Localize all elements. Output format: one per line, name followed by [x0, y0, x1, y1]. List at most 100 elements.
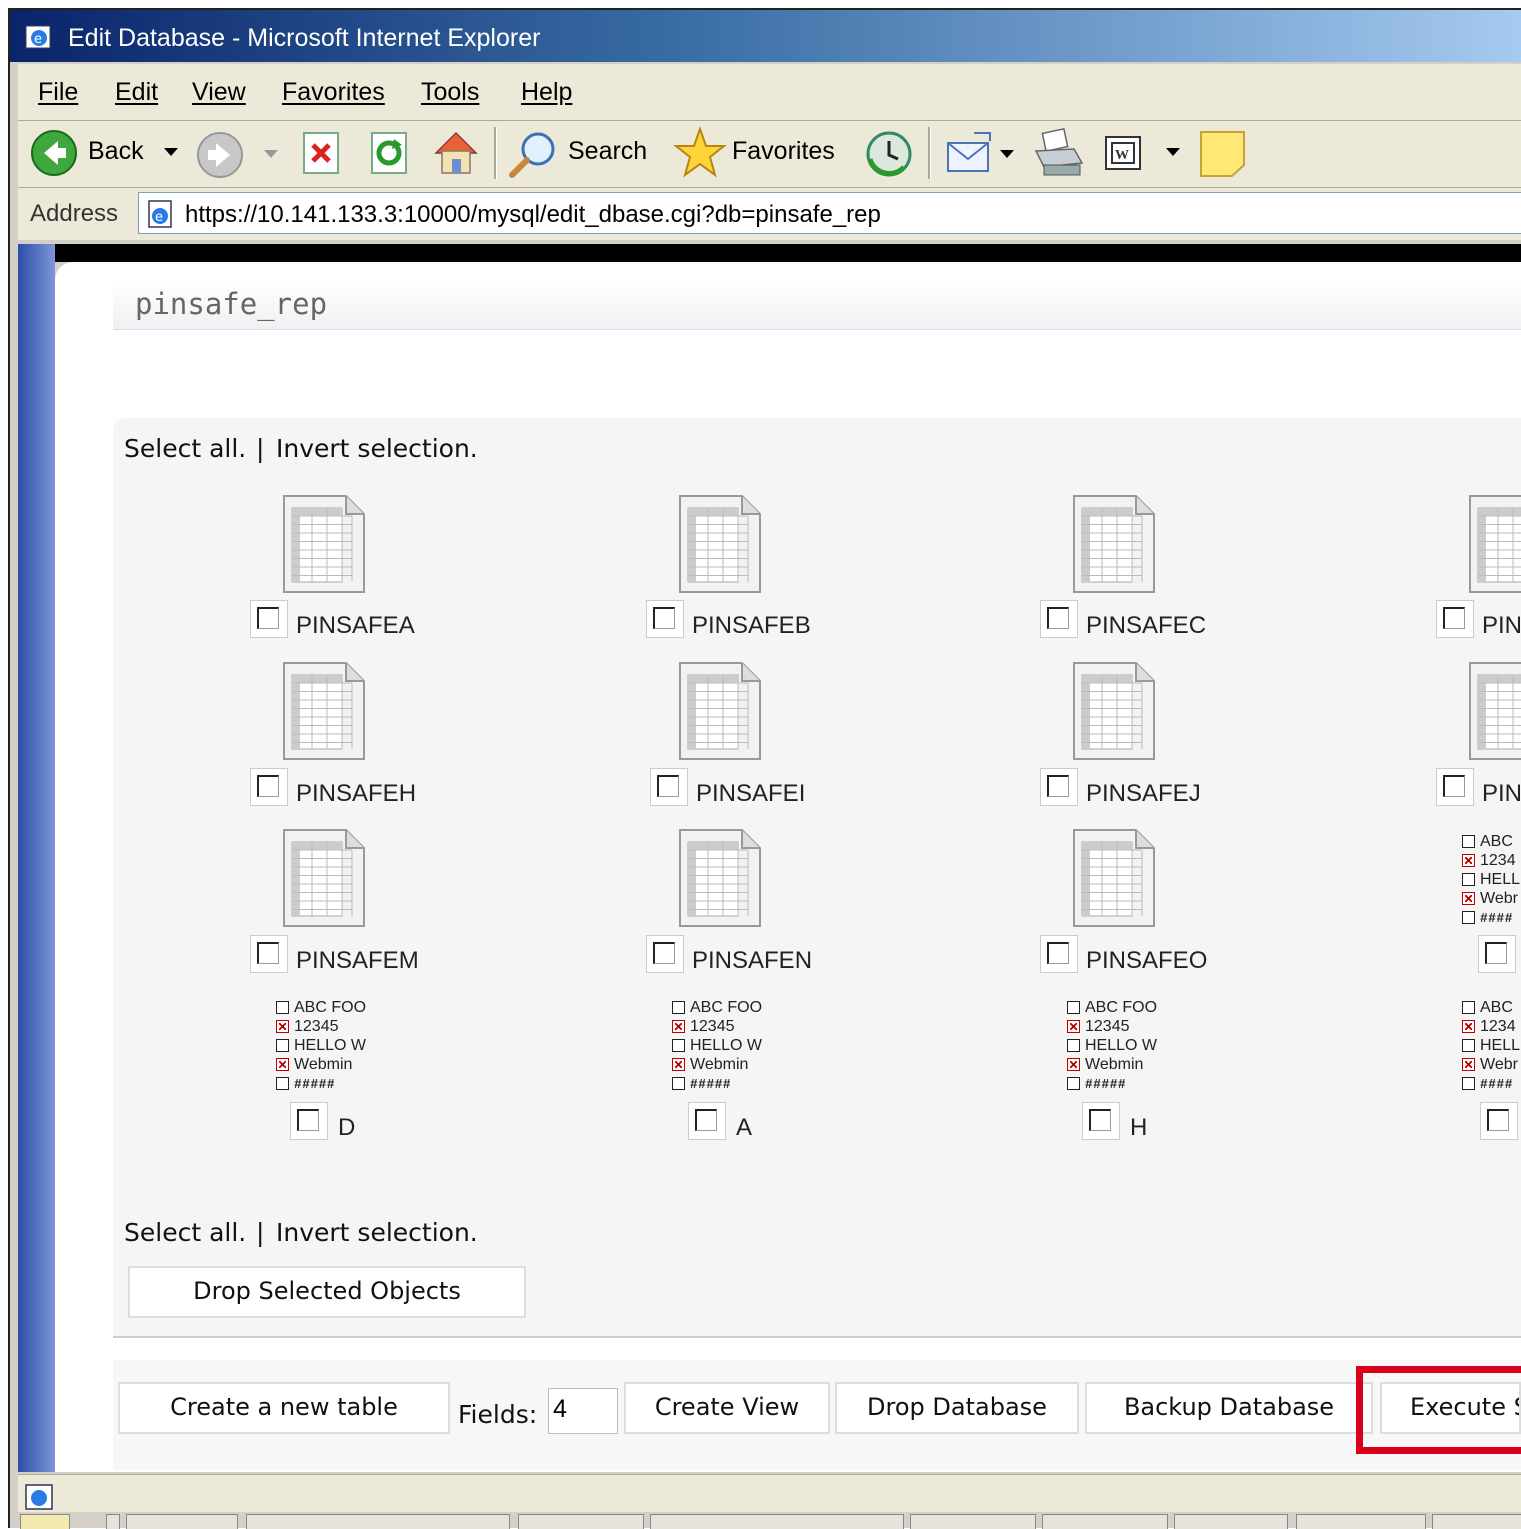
object-checkbox[interactable] — [1436, 600, 1474, 638]
refresh-icon[interactable] — [368, 129, 412, 177]
table-icon[interactable] — [1468, 661, 1521, 761]
table-name-link[interactable]: PINSAFEI — [696, 780, 805, 808]
table-name-link[interactable]: PINSAFEJ — [1086, 780, 1201, 808]
object-checkbox[interactable] — [688, 1102, 726, 1140]
object-checkbox[interactable] — [1040, 768, 1078, 806]
object-checkbox[interactable] — [250, 768, 288, 806]
fields-input[interactable]: 4 — [548, 1388, 618, 1434]
create-table-button[interactable]: Create a new table — [118, 1382, 450, 1434]
taskbar-button[interactable] — [126, 1514, 238, 1529]
object-checkbox[interactable] — [1082, 1102, 1120, 1140]
favorites-star-icon[interactable] — [672, 125, 728, 181]
view-icon[interactable]: ABC FOO 12345 HELLO W Webmin ##### — [1067, 998, 1177, 1094]
object-checkbox[interactable] — [1040, 600, 1078, 638]
menu-help[interactable]: Help — [521, 78, 572, 107]
table-icon[interactable] — [1072, 661, 1156, 761]
table-name-link[interactable]: PINSAFEM — [296, 947, 419, 975]
table-name-link[interactable]: PINSAFEH — [296, 780, 416, 808]
menu-file[interactable]: File — [38, 78, 78, 107]
table-name-link[interactable]: PINSAFEA — [296, 612, 415, 640]
object-checkbox[interactable] — [1478, 935, 1516, 973]
home-icon[interactable] — [430, 127, 482, 179]
invert-selection-link[interactable]: Invert selection. — [276, 434, 478, 463]
taskbar-button[interactable] — [1432, 1514, 1521, 1529]
table-icon[interactable] — [1072, 828, 1156, 928]
table-icon[interactable] — [678, 661, 762, 761]
chevron-down-icon[interactable] — [998, 147, 1016, 161]
object-checkbox[interactable] — [646, 600, 684, 638]
taskbar-button[interactable] — [1174, 1514, 1288, 1529]
view-name-link[interactable]: D — [338, 1114, 355, 1142]
back-button-label[interactable]: Back — [88, 137, 144, 166]
view-icon-row: ##### — [672, 1074, 782, 1093]
object-checkbox[interactable] — [1480, 1102, 1518, 1140]
table-icon[interactable] — [1072, 494, 1156, 594]
table-icon[interactable] — [282, 828, 366, 928]
view-icon-row: ##### — [1067, 1074, 1177, 1093]
view-icon[interactable]: ABC 1234 HELL Webr #### — [1462, 832, 1521, 928]
address-url[interactable]: https://10.141.133.3:10000/mysql/edit_db… — [185, 201, 881, 229]
print-icon[interactable] — [1030, 127, 1086, 181]
notes-icon[interactable] — [1198, 129, 1248, 179]
view-name-link[interactable]: H — [1130, 1114, 1147, 1142]
address-input[interactable]: e https://10.141.133.3:10000/mysql/edit_… — [138, 192, 1521, 234]
taskbar-button[interactable] — [518, 1514, 644, 1529]
stop-icon[interactable] — [300, 129, 344, 177]
taskbar-button[interactable] — [650, 1514, 904, 1529]
menu-bar: File Edit View Favorites Tools Help — [18, 64, 1521, 121]
backup-database-button[interactable]: Backup Database — [1085, 1382, 1373, 1434]
table-icon[interactable] — [678, 494, 762, 594]
view-icon[interactable]: ABC FOO 12345 HELLO W Webmin ##### — [672, 998, 782, 1094]
table-name-link[interactable]: PIN — [1482, 780, 1521, 808]
create-view-button[interactable]: Create View — [624, 1382, 830, 1434]
table-icon[interactable] — [282, 661, 366, 761]
view-icon[interactable]: ABC FOO 12345 HELLO W Webmin ##### — [276, 998, 386, 1094]
object-checkbox[interactable] — [250, 935, 288, 973]
edit-word-icon[interactable]: W — [1104, 135, 1144, 173]
table-name-link[interactable]: PINSAFEO — [1086, 947, 1207, 975]
top-border — [55, 244, 1521, 262]
view-icon[interactable]: ABC 1234 HELL Webr #### — [1462, 998, 1521, 1094]
search-button-label[interactable]: Search — [568, 137, 647, 166]
invert-selection-link[interactable]: Invert selection. — [276, 1218, 478, 1247]
table-name-link[interactable]: PINSAFEC — [1086, 612, 1206, 640]
mail-icon[interactable] — [944, 129, 996, 179]
window-title: Edit Database - Microsoft Internet Explo… — [68, 24, 541, 52]
view-icon-row: HELL — [1462, 1036, 1521, 1055]
table-icon[interactable] — [678, 828, 762, 928]
view-name-link[interactable]: A — [736, 1114, 752, 1142]
drop-database-button[interactable]: Drop Database — [835, 1382, 1079, 1434]
history-icon[interactable] — [864, 129, 914, 179]
table-name-link[interactable]: PINSAFEB — [692, 612, 811, 640]
select-all-link[interactable]: Select all. — [124, 434, 246, 463]
table-icon[interactable] — [282, 494, 366, 594]
menu-tools[interactable]: Tools — [421, 78, 479, 107]
menu-favorites[interactable]: Favorites — [282, 78, 385, 107]
taskbar-button[interactable] — [1042, 1514, 1168, 1529]
drop-selected-objects-button[interactable]: Drop Selected Objects — [128, 1266, 526, 1318]
taskbar-button[interactable] — [20, 1514, 70, 1529]
select-all-link[interactable]: Select all. — [124, 1218, 246, 1247]
back-icon[interactable] — [30, 129, 78, 177]
object-checkbox[interactable] — [290, 1102, 328, 1140]
object-checkbox[interactable] — [1436, 768, 1474, 806]
table-name-link[interactable]: PINSAFEN — [692, 947, 812, 975]
object-checkbox[interactable] — [250, 600, 288, 638]
taskbar-button[interactable] — [246, 1514, 510, 1529]
table-name-link[interactable]: PIN — [1482, 612, 1521, 640]
chevron-down-icon[interactable] — [1164, 145, 1182, 159]
search-icon[interactable] — [508, 129, 560, 179]
menu-view[interactable]: View — [192, 78, 246, 107]
taskbar-button[interactable] — [910, 1514, 1036, 1529]
toolbar-separator — [928, 127, 931, 179]
taskbar-button[interactable] — [1296, 1514, 1426, 1529]
favorites-button-label[interactable]: Favorites — [732, 137, 835, 166]
object-checkbox[interactable] — [1040, 935, 1078, 973]
chevron-down-icon[interactable] — [262, 147, 280, 161]
table-icon[interactable] — [1468, 494, 1521, 594]
object-checkbox[interactable] — [650, 768, 688, 806]
chevron-down-icon[interactable] — [162, 145, 180, 159]
forward-icon[interactable] — [196, 131, 244, 179]
menu-edit[interactable]: Edit — [115, 78, 158, 107]
object-checkbox[interactable] — [646, 935, 684, 973]
